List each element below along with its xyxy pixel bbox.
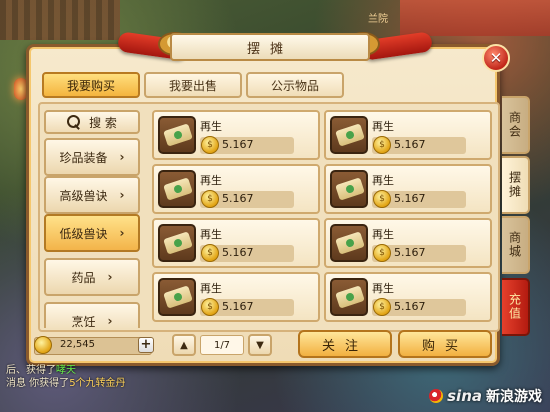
follow-button[interactable]: 关注 (298, 330, 392, 358)
category-label: 低级兽诀 (59, 226, 108, 241)
category-label: 高级兽诀 (59, 188, 108, 203)
window-title: 摆摊 (170, 33, 370, 61)
coin-icon: $ (373, 298, 391, 316)
sina-watermark: sina 新浪游戏 (429, 386, 542, 406)
item-slot[interactable]: 再生 $ 5.167 (152, 218, 320, 268)
category-basic-pet-skill[interactable]: 低级兽诀 › (44, 214, 140, 252)
watermark-text: 新浪游戏 (486, 389, 542, 405)
category-rare-equipment[interactable]: 珍品装备 › (44, 138, 140, 176)
item-name: 再生 (372, 120, 394, 133)
item-grid: 再生 $ 5.167 再生 $ 5.167 再生 $ 5.167 再生 $ 5.… (152, 110, 492, 322)
page-indicator: 1/7 (200, 335, 244, 355)
scroll-icon (330, 224, 368, 262)
item-price: 5.167 (394, 138, 426, 151)
category-list: 珍品装备 › 高级兽诀 › 低级兽诀 › 药品 › 烹饪 › (44, 138, 142, 328)
item-slot[interactable]: 再生 $ 5.167 (324, 272, 492, 322)
item-name: 再生 (200, 174, 222, 187)
item-name: 再生 (372, 228, 394, 241)
add-money-button[interactable]: + (138, 337, 154, 353)
side-tab-recharge[interactable]: 充值 (502, 278, 530, 336)
sina-logo: sina (447, 387, 482, 405)
item-name: 再生 (200, 228, 222, 241)
scroll-icon (158, 170, 196, 208)
side-tab-chamber-of-commerce[interactable]: 商会 (502, 96, 530, 154)
item-name: 再生 (372, 282, 394, 295)
category-label: 药品 (71, 270, 96, 285)
coin-icon: $ (373, 244, 391, 262)
item-name: 再生 (200, 120, 222, 133)
item-price: 5.167 (222, 300, 254, 313)
scroll-icon (330, 170, 368, 208)
page-down-button[interactable]: ▼ (248, 334, 272, 356)
background-roof (0, 0, 120, 40)
item-slot[interactable]: 再生 $ 5.167 (152, 272, 320, 322)
tab-buy[interactable]: 我要购买 (42, 72, 140, 98)
chevron-right-icon: › (119, 188, 125, 202)
chat-log: 后、获得了哮天 消息 你获得了5个九转金丹 (6, 364, 386, 390)
chat-text: 消息 你获得了 (6, 378, 70, 389)
item-price: 5.167 (222, 246, 254, 259)
item-slot[interactable]: 再生 $ 5.167 (324, 218, 492, 268)
item-price: 5.167 (222, 192, 254, 205)
item-slot[interactable]: 再生 $ 5.167 (324, 110, 492, 160)
side-tab-mall[interactable]: 商城 (502, 216, 530, 274)
category-medicine[interactable]: 药品 › (44, 258, 140, 296)
background-sign: 兰院 (368, 14, 388, 25)
tab-sell[interactable]: 我要出售 (144, 72, 242, 98)
scroll-icon (330, 278, 368, 316)
search-label: 搜 索 (89, 115, 117, 130)
chevron-right-icon: › (119, 226, 125, 240)
category-advanced-pet-skill[interactable]: 高级兽诀 › (44, 176, 140, 214)
sina-eye-icon (429, 389, 444, 403)
coin-icon: $ (201, 190, 219, 208)
category-label: 烹饪 (71, 314, 96, 329)
close-button[interactable]: ✕ (482, 44, 510, 72)
item-price: 5.167 (222, 138, 254, 151)
page-up-button[interactable]: ▲ (172, 334, 196, 356)
scroll-icon (158, 224, 196, 262)
background-red-carpet (400, 0, 550, 36)
coin-icon (34, 336, 52, 354)
coin-icon: $ (373, 136, 391, 154)
search-button[interactable]: 搜 索 (44, 110, 140, 134)
chat-item-link[interactable]: 哮天 (56, 365, 76, 376)
item-slot[interactable]: 再生 $ 5.167 (152, 164, 320, 214)
item-name: 再生 (200, 282, 222, 295)
tab-public-items[interactable]: 公示物品 (246, 72, 344, 98)
item-price: 5.167 (394, 192, 426, 205)
category-label: 珍品装备 (59, 150, 108, 165)
chat-item-link[interactable]: 5个九转金丹 (69, 378, 125, 389)
money-amount: 22,545 (60, 339, 95, 350)
chevron-right-icon: › (107, 270, 113, 284)
item-slot[interactable]: 再生 $ 5.167 (324, 164, 492, 214)
chat-line: 消息 你获得了5个九转金丹 (6, 377, 386, 390)
coin-icon: $ (201, 298, 219, 316)
item-slot[interactable]: 再生 $ 5.167 (152, 110, 320, 160)
scroll-icon (330, 116, 368, 154)
item-price: 5.167 (394, 300, 426, 313)
buy-button[interactable]: 购买 (398, 330, 492, 358)
coin-icon: $ (201, 136, 219, 154)
side-tab-stall[interactable]: 摆摊 (502, 156, 530, 214)
top-tab-bar: 我要购买 我要出售 公示物品 (42, 72, 344, 98)
coin-icon: $ (373, 190, 391, 208)
scroll-icon (158, 278, 196, 316)
coin-icon: $ (201, 244, 219, 262)
item-name: 再生 (372, 174, 394, 187)
chat-text: 后、获得了 (6, 365, 56, 376)
item-price: 5.167 (394, 246, 426, 259)
chevron-right-icon: › (119, 150, 125, 164)
search-icon (67, 115, 81, 129)
chat-line: 后、获得了哮天 (6, 364, 386, 377)
category-cooking[interactable]: 烹饪 › (44, 302, 140, 328)
scroll-icon (158, 116, 196, 154)
chevron-right-icon: › (107, 314, 113, 328)
